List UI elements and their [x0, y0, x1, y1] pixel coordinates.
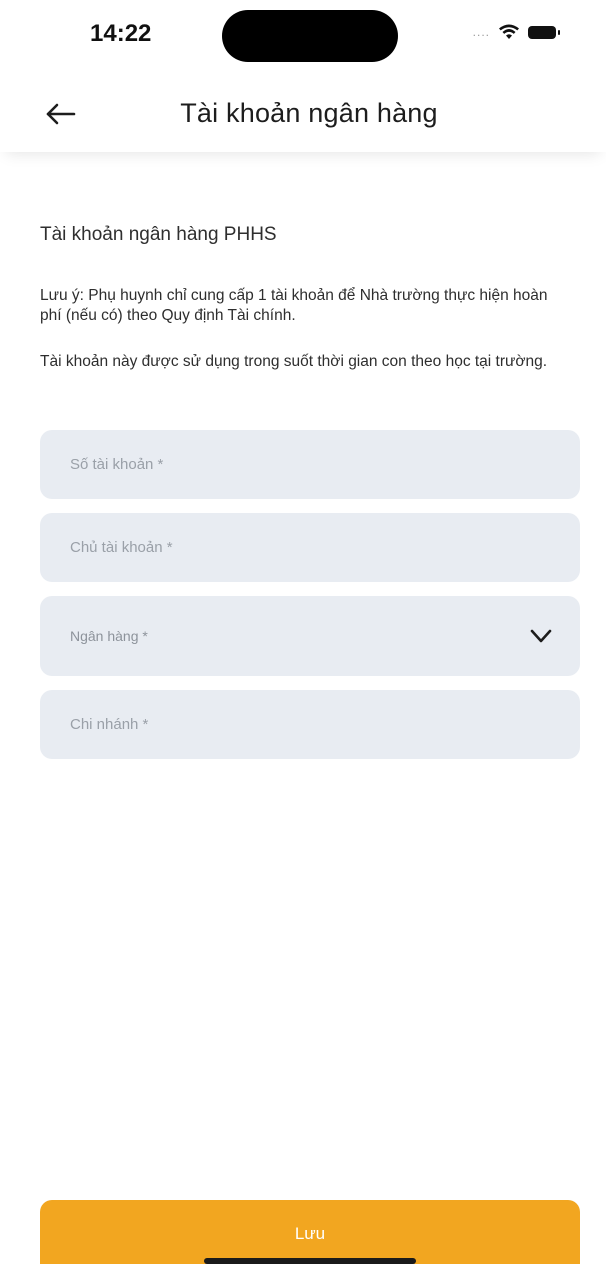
branch-field[interactable]	[40, 690, 580, 759]
save-button[interactable]: Lưu	[40, 1200, 580, 1264]
account-number-input[interactable]	[70, 456, 510, 473]
account-owner-input[interactable]	[70, 539, 510, 556]
page-title-wrapper: Tài khoản ngân hàng	[0, 98, 606, 129]
status-icons: ....	[472, 24, 560, 40]
branch-input[interactable]	[70, 716, 510, 733]
account-number-field[interactable]	[40, 430, 580, 499]
status-bar: 14:22 ....	[0, 0, 606, 70]
account-owner-field[interactable]	[40, 513, 580, 582]
note-usage: Tài khoản này được sử dụng trong suốt th…	[40, 353, 548, 370]
note-refund: Lưu ý: Phụ huynh chỉ cung cấp 1 tài khoả…	[40, 287, 548, 324]
signal-icon: ....	[472, 25, 490, 39]
nav-bar: Tài khoản ngân hàng	[0, 70, 606, 152]
battery-icon	[528, 25, 560, 39]
chevron-down-icon	[530, 629, 552, 643]
wifi-icon	[499, 24, 519, 39]
status-time: 14:22	[90, 20, 152, 47]
page-title: Tài khoản ngân hàng	[180, 98, 438, 128]
bank-select[interactable]: Ngân hàng *	[40, 596, 580, 676]
section-title: Tài khoản ngân hàng PHHS	[40, 224, 277, 245]
bank-select-value: Ngân hàng *	[70, 628, 148, 644]
home-indicator	[204, 1258, 416, 1264]
dynamic-island	[222, 10, 398, 62]
